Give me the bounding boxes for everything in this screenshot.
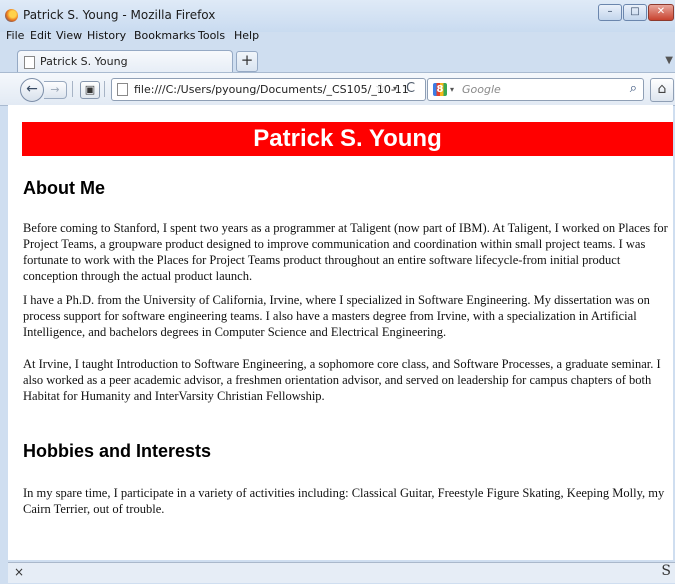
menu-history[interactable]: History (87, 29, 126, 42)
navigation-toolbar: ← → ▣ file:///C:/Users/pyoung/Documents/… (0, 72, 675, 106)
menu-help[interactable]: Help (234, 29, 259, 42)
window-title: Patrick S. Young - Mozilla Firefox (23, 8, 216, 22)
back-button[interactable]: ← (20, 78, 44, 102)
google-icon[interactable]: 8 (433, 83, 447, 96)
menu-bar: File Edit View History Bookmarks Tools H… (0, 27, 675, 44)
minimize-button[interactable]: – (598, 4, 622, 21)
file-icon (117, 83, 128, 96)
page-content: Patrick S. Young About Me Before coming … (8, 105, 673, 560)
addon-status-icon[interactable]: S (661, 563, 671, 579)
tab-label: Patrick S. Young (40, 55, 128, 68)
search-icon[interactable]: ⌕ (630, 81, 637, 96)
reload-button[interactable]: C (406, 81, 415, 96)
panorama-button[interactable]: ▣ (80, 81, 100, 99)
menu-view[interactable]: View (56, 29, 82, 42)
status-bar: × S (8, 562, 675, 583)
page-title: Patrick S. Young (22, 122, 673, 156)
home-button[interactable]: ⌂ (650, 78, 674, 102)
close-addon-bar-icon[interactable]: × (14, 565, 24, 579)
new-tab-button[interactable]: + (236, 51, 258, 72)
menu-tools[interactable]: Tools (198, 29, 225, 42)
menu-bookmarks[interactable]: Bookmarks (134, 29, 195, 42)
bookmark-star-icon[interactable]: ☆ (375, 81, 387, 96)
page-icon (24, 56, 35, 69)
toolbar-separator (104, 81, 105, 97)
paragraph: I have a Ph.D. from the University of Ca… (23, 293, 650, 339)
tab-patrick-young[interactable]: Patrick S. Young (17, 50, 233, 73)
maximize-button[interactable]: □ (623, 4, 647, 21)
address-bar[interactable]: file:///C:/Users/pyoung/Documents/_CS105… (111, 78, 426, 101)
history-dropdown-icon[interactable]: ▾ (393, 84, 397, 93)
section-heading-hobbies: Hobbies and Interests (23, 441, 212, 461)
menu-edit[interactable]: Edit (30, 29, 51, 42)
paragraph: In my spare time, I participate in a var… (23, 486, 665, 516)
tab-list-icon[interactable]: ▼ (665, 55, 673, 66)
search-input[interactable]: Google (462, 83, 501, 96)
menu-file[interactable]: File (6, 29, 24, 42)
firefox-logo-icon (5, 9, 18, 22)
search-engine-dropdown-icon[interactable]: ▾ (450, 85, 454, 94)
close-window-button[interactable]: ✕ (648, 4, 674, 21)
forward-button[interactable]: → (44, 81, 67, 99)
toolbar-separator (72, 81, 73, 97)
paragraph: Before coming to Stanford, I spent two y… (23, 221, 668, 283)
section-heading-about: About Me (23, 178, 105, 198)
tab-strip: Patrick S. Young + ▼ (0, 45, 675, 73)
url-text[interactable]: file:///C:/Users/pyoung/Documents/_CS105… (134, 83, 409, 96)
search-bar[interactable]: 8 ▾ Google ⌕ (427, 78, 644, 101)
browser-window: Patrick S. Young - Mozilla Firefox – □ ✕… (0, 0, 675, 584)
paragraph: At Irvine, I taught Introduction to Soft… (23, 357, 661, 403)
